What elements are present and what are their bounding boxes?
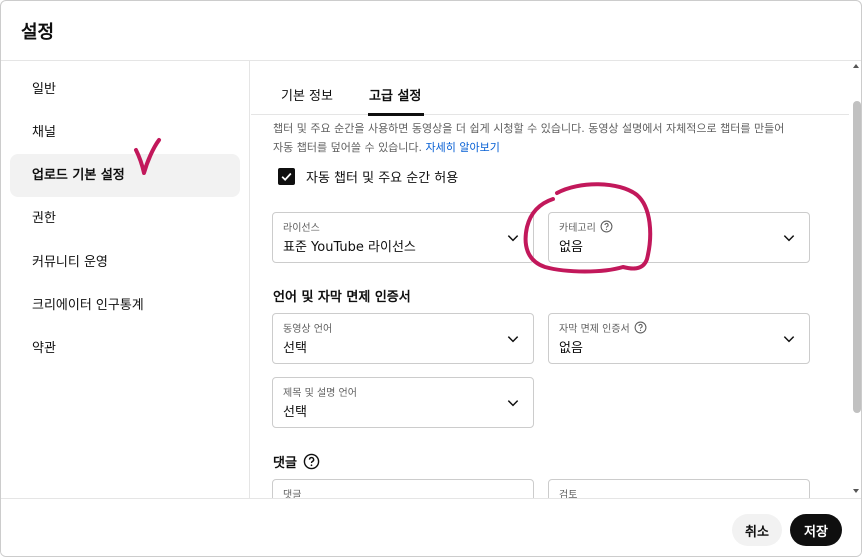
title-desc-language-label: 제목 및 설명 언어 <box>283 388 357 399</box>
sidebar-item-permissions[interactable]: 권한 <box>10 197 240 240</box>
scroll-down-arrow[interactable] <box>853 489 859 493</box>
active-tab-indicator <box>368 113 424 116</box>
sidebar-item-general[interactable]: 일반 <box>10 68 240 111</box>
help-circle-icon[interactable] <box>303 453 320 470</box>
chapters-description-line1: 챕터 및 주요 순간을 사용하면 동영상을 더 쉽게 시청할 수 있습니다. 동… <box>273 122 785 135</box>
chapters-description: 챕터 및 주요 순간을 사용하면 동영상을 더 쉽게 시청할 수 있습니다. 동… <box>273 119 813 157</box>
caption-cert-label: 자막 면제 인증서 <box>559 324 630 335</box>
license-value: 표준 YouTube 라이선스 <box>283 240 416 255</box>
settings-sidebar: 일반 채널 업로드 기본 설정 권한 커뮤니티 운영 크리에이터 인구통계 약관 <box>1 61 250 498</box>
category-label: 카테고리 <box>559 223 596 234</box>
settings-content: 기본 정보 고급 설정 챕터 및 주요 순간을 사용하면 동영상을 더 쉽게 시… <box>251 61 849 498</box>
tab-basic-info[interactable]: 기본 정보 <box>281 85 333 104</box>
auto-chapters-checkbox[interactable] <box>278 167 295 185</box>
video-language-label: 동영상 언어 <box>283 324 333 335</box>
sidebar-item-channel[interactable]: 채널 <box>10 111 240 154</box>
caption-certification-dropdown[interactable]: 자막 면제 인증서 없음 <box>548 313 810 364</box>
title-description-language-dropdown[interactable]: 제목 및 설명 언어 선택 <box>272 377 534 428</box>
help-circle-icon[interactable] <box>600 220 613 233</box>
cancel-button[interactable]: 취소 <box>732 514 782 546</box>
caption-cert-label-wrap: 자막 면제 인증서 <box>559 320 647 335</box>
dialog-footer: 취소 저장 <box>1 498 861 556</box>
category-dropdown[interactable]: 카테고리 없음 <box>548 212 810 263</box>
comments-dropdown[interactable]: 댓글 <box>272 479 534 498</box>
chevron-down-icon <box>507 400 519 407</box>
sidebar-item-upload-defaults[interactable]: 업로드 기본 설정 <box>10 154 240 197</box>
comments-field-label: 댓글 <box>283 490 302 498</box>
dialog-title: 설정 <box>21 22 55 43</box>
tab-advanced-settings[interactable]: 고급 설정 <box>369 85 421 104</box>
sidebar-item-terms[interactable]: 약관 <box>10 327 240 370</box>
chapters-description-line2: 자동 챕터를 덮어쓸 수 있습니다. <box>273 141 426 154</box>
settings-dialog: 설정 일반 채널 업로드 기본 설정 권한 커뮤니티 운영 크리에이터 인구통계… <box>0 0 862 557</box>
category-label-wrap: 카테고리 <box>559 219 613 234</box>
sidebar-item-creator-demographics[interactable]: 크리에이터 인구통계 <box>10 284 240 327</box>
review-dropdown[interactable]: 검토 <box>548 479 810 498</box>
caption-cert-value: 없음 <box>559 341 583 356</box>
sidebar-item-community[interactable]: 커뮤니티 운영 <box>10 241 240 284</box>
category-value: 없음 <box>559 240 583 255</box>
review-field-label: 검토 <box>559 490 578 498</box>
comments-section-label: 댓글 <box>273 456 297 471</box>
scroll-up-arrow[interactable] <box>853 64 859 68</box>
tab-bar: 기본 정보 고급 설정 <box>251 61 849 116</box>
chevron-down-icon <box>783 336 795 343</box>
check-icon <box>281 172 292 181</box>
chevron-down-icon <box>507 336 519 343</box>
video-language-value: 선택 <box>283 341 307 356</box>
license-label: 라이선스 <box>283 223 320 234</box>
learn-more-link[interactable]: 자세히 알아보기 <box>426 141 500 154</box>
comments-section-title: 댓글 <box>273 452 320 471</box>
language-section-title: 언어 및 자막 면제 인증서 <box>273 290 411 305</box>
video-language-dropdown[interactable]: 동영상 언어 선택 <box>272 313 534 364</box>
save-button[interactable]: 저장 <box>790 514 842 546</box>
help-circle-icon[interactable] <box>634 321 647 334</box>
auto-chapters-label: 자동 챕터 및 주요 순간 허용 <box>306 170 459 186</box>
license-dropdown[interactable]: 라이선스 표준 YouTube 라이선스 <box>272 212 534 263</box>
scroll-thumb[interactable] <box>853 101 861 413</box>
dialog-header: 설정 <box>1 1 861 61</box>
auto-chapters-row: 자동 챕터 및 주요 순간 허용 <box>278 165 458 187</box>
chevron-down-icon <box>507 235 519 242</box>
chevron-down-icon <box>783 235 795 242</box>
title-desc-language-value: 선택 <box>283 405 307 420</box>
